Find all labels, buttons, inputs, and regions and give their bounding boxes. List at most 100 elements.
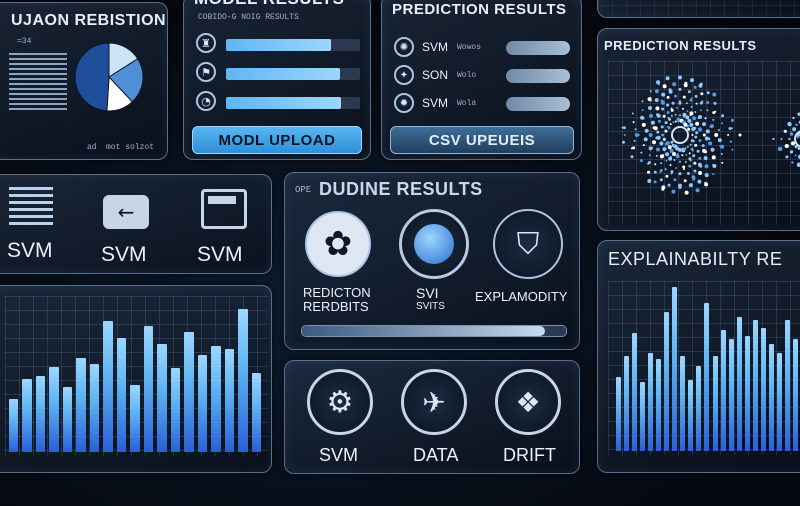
scatter-point xyxy=(633,139,636,142)
svm-label-1: SVM xyxy=(7,239,53,262)
scatter-point xyxy=(787,122,792,127)
scatter-point xyxy=(682,165,686,169)
scatter-point xyxy=(714,133,719,137)
results-slider-fill xyxy=(302,326,545,336)
scatter-point xyxy=(695,102,698,105)
pred-row-pill-3[interactable] xyxy=(506,97,570,111)
scatter-point xyxy=(692,116,697,121)
scatter-point xyxy=(623,134,626,136)
pred-row-icon-2[interactable]: ✦ xyxy=(394,65,414,85)
explain-bar-8 xyxy=(672,287,678,451)
scatter-point xyxy=(669,156,672,158)
svm-gear-icon[interactable]: ⚙ xyxy=(307,369,373,435)
scatter-point xyxy=(678,172,682,176)
model-row-icon-3[interactable]: ◔ xyxy=(196,91,216,111)
registration-title: UJAON REBISTION xyxy=(11,12,167,29)
scatter-point xyxy=(702,133,706,137)
scatter-point xyxy=(642,117,645,120)
scatter-point xyxy=(730,118,734,122)
pred-row-pill-1[interactable] xyxy=(506,41,570,55)
data-icon[interactable]: ✈ xyxy=(401,369,467,435)
left-bar-2 xyxy=(22,379,32,452)
scatter-point xyxy=(676,153,679,156)
drift-icon[interactable]: ❖ xyxy=(495,369,561,435)
model-upload-button[interactable]: MODL UPLOAD xyxy=(192,126,362,154)
scatter-point xyxy=(678,101,682,105)
left-bar-1 xyxy=(9,398,19,452)
scatter-point xyxy=(684,161,687,163)
scatter-point xyxy=(653,180,657,184)
scatter-point xyxy=(668,89,673,94)
svm-models-panel: SVM ← SVM SVM xyxy=(0,174,272,274)
prediction-caption-1: REDICTON xyxy=(303,285,371,300)
scatter-point xyxy=(772,138,775,140)
explainability-shield-icon[interactable]: ⛉ xyxy=(493,209,563,279)
prediction-flower-icon[interactable]: ✿ xyxy=(305,211,371,277)
left-bar-18 xyxy=(238,309,248,452)
scatter-point xyxy=(683,179,687,183)
scatter-point xyxy=(690,147,694,151)
scatter-point xyxy=(657,119,661,123)
scatter-point xyxy=(791,141,795,146)
explain-bar-4 xyxy=(640,382,646,451)
scatter-point xyxy=(719,145,722,148)
registration-footer-label-1: ad xyxy=(87,143,97,152)
model-row-icon-2[interactable]: ⚑ xyxy=(196,62,216,82)
pred-row-icon-1[interactable]: ✺ xyxy=(394,37,414,57)
scatter-point xyxy=(643,137,648,142)
scatter-point xyxy=(690,105,693,108)
scatter-point xyxy=(631,112,634,115)
scatter-point xyxy=(641,100,644,103)
scatter-point xyxy=(704,173,709,178)
pred-row-pill-2[interactable] xyxy=(506,69,570,83)
left-bar-13 xyxy=(170,368,181,452)
svm-data-drift-panel: ⚙ SVM ✈ DATA ❖ DRIFT xyxy=(284,360,580,474)
scatter-point xyxy=(731,148,734,151)
scatter-point xyxy=(665,174,669,178)
scatter-point xyxy=(692,154,696,158)
scatter-point xyxy=(668,117,672,121)
scatter-point xyxy=(682,107,684,110)
left-bar-17 xyxy=(224,348,235,452)
scatter-point xyxy=(683,83,688,88)
registration-panel: UJAON REBISTION =34 ad mot solzot xyxy=(0,2,168,160)
scatter-point xyxy=(653,126,658,131)
explain-bar-10 xyxy=(688,380,694,451)
scatter-point xyxy=(683,115,685,118)
scatter-point xyxy=(678,75,682,80)
model-card-icon[interactable]: ← xyxy=(103,195,149,229)
scatter-point xyxy=(644,128,649,133)
model-row-icon-1[interactable]: ♜ xyxy=(196,33,216,53)
scatter-point xyxy=(689,122,694,127)
scatter-point xyxy=(659,178,663,182)
scatter-point xyxy=(706,100,710,104)
scatter-point xyxy=(695,121,700,126)
scatter-point xyxy=(662,114,666,118)
scatter-point xyxy=(694,143,698,147)
scatter-point xyxy=(669,123,672,126)
scatter-point xyxy=(698,127,702,132)
scatter-point xyxy=(698,139,702,143)
scatter-point xyxy=(622,126,626,130)
scatter-point xyxy=(712,111,716,115)
left-bar-19 xyxy=(251,372,261,452)
left-bar-9 xyxy=(116,338,127,452)
scatter-point xyxy=(664,121,668,125)
scatter-point xyxy=(788,138,791,140)
explainability-panel: EXPLAINABILTY RE xyxy=(597,240,800,473)
explain-bar-9 xyxy=(680,355,686,451)
svm-orb-icon[interactable] xyxy=(399,209,469,279)
scatter-point xyxy=(693,85,697,89)
scatter-point xyxy=(642,144,645,147)
scatter-point xyxy=(704,164,709,169)
scatter-point xyxy=(666,111,670,114)
scatter-point xyxy=(662,84,667,89)
scatter-point xyxy=(669,164,672,167)
pred-row-icon-3[interactable]: ✹ xyxy=(394,93,414,113)
results-slider-track[interactable] xyxy=(301,325,567,337)
scatter-point xyxy=(672,82,677,87)
scatter-point xyxy=(640,151,643,154)
scatter-point xyxy=(681,147,684,150)
monitor-icon[interactable] xyxy=(201,189,247,229)
csv-upload-button[interactable]: CSV UPEUEIS xyxy=(390,126,574,154)
